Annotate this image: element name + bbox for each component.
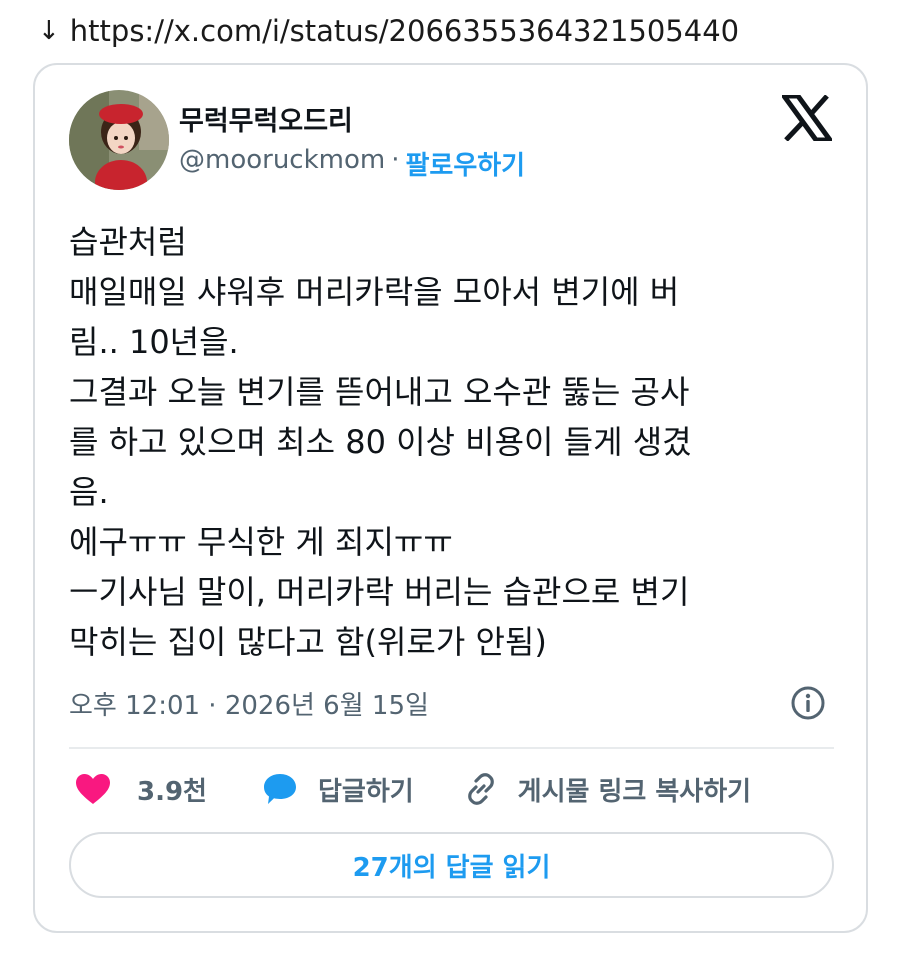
like-count: 3.9천	[137, 776, 207, 807]
tweet-text: 습관처럼 매일매일 샤워후 머리카락을 모아서 변기에 버 림.. 10년을. …	[69, 217, 829, 667]
tweet-text-line: 그결과 오늘 변기를 뜯어내고 오수관 뚫는 공사	[69, 373, 690, 411]
url-bar[interactable]: ↓ https://x.com/i/status/206635536432150…	[38, 14, 739, 48]
avatar-doll-image	[69, 90, 169, 190]
read-replies-button[interactable]: 27개의 답글 읽기	[69, 832, 834, 898]
follow-button[interactable]: 팔로우하기	[406, 145, 526, 182]
avatar[interactable]	[69, 90, 169, 190]
copy-link-button[interactable]: 게시물 링크 복사하기	[462, 770, 751, 808]
tweet-text-line: 매일매일 샤워후 머리카락을 모아서 변기에 버	[69, 273, 680, 311]
x-logo-icon[interactable]	[779, 93, 835, 143]
action-bar: 3.9천 답글하기 게시물 링크 복사하기	[75, 770, 751, 808]
like-button[interactable]: 3.9천	[75, 771, 207, 808]
heart-icon	[76, 774, 110, 804]
info-icon[interactable]	[790, 685, 826, 721]
tweet-text-line: 막히는 집이 많다고 함(위로가 안됨)	[69, 623, 547, 661]
url-text[interactable]: https://x.com/i/status/20663553643215054…	[70, 14, 739, 48]
download-arrow-icon: ↓	[38, 16, 60, 46]
reply-button[interactable]: 답글하기	[262, 771, 414, 808]
speech-bubble-icon	[263, 774, 296, 804]
reply-label: 답글하기	[317, 776, 414, 807]
tweet-text-line: 음.	[69, 473, 109, 511]
tweet-text-line: 림.. 10년을.	[69, 323, 239, 361]
tweet-timestamp[interactable]: 오후 12:01 · 2026년 6월 15일	[69, 685, 429, 722]
author-handle[interactable]: @mooruckmom	[179, 145, 385, 182]
separator-dot: ·	[391, 145, 400, 175]
copy-link-label: 게시물 링크 복사하기	[517, 776, 752, 807]
tweet-text-line: ㅡ기사님 말이, 머리카락 버리는 습관으로 변기	[69, 573, 690, 611]
tweet-text-line: 습관처럼	[69, 223, 187, 261]
link-icon	[467, 773, 494, 805]
divider	[69, 747, 834, 749]
tweet-text-line: 에구ㅠㅠ 무식한 게 죄지ㅠㅠ	[69, 523, 453, 561]
tweet-text-line: 를 하고 있으며 최소 80 이상 비용이 들게 생겼	[69, 423, 692, 461]
author-name[interactable]: 무럭무럭오드리	[179, 99, 353, 138]
handle-row: @mooruckmom · 팔로우하기	[179, 145, 525, 182]
tweet-card: 무럭무럭오드리 @mooruckmom · 팔로우하기 습관처럼 매일매일 샤워…	[33, 63, 868, 933]
